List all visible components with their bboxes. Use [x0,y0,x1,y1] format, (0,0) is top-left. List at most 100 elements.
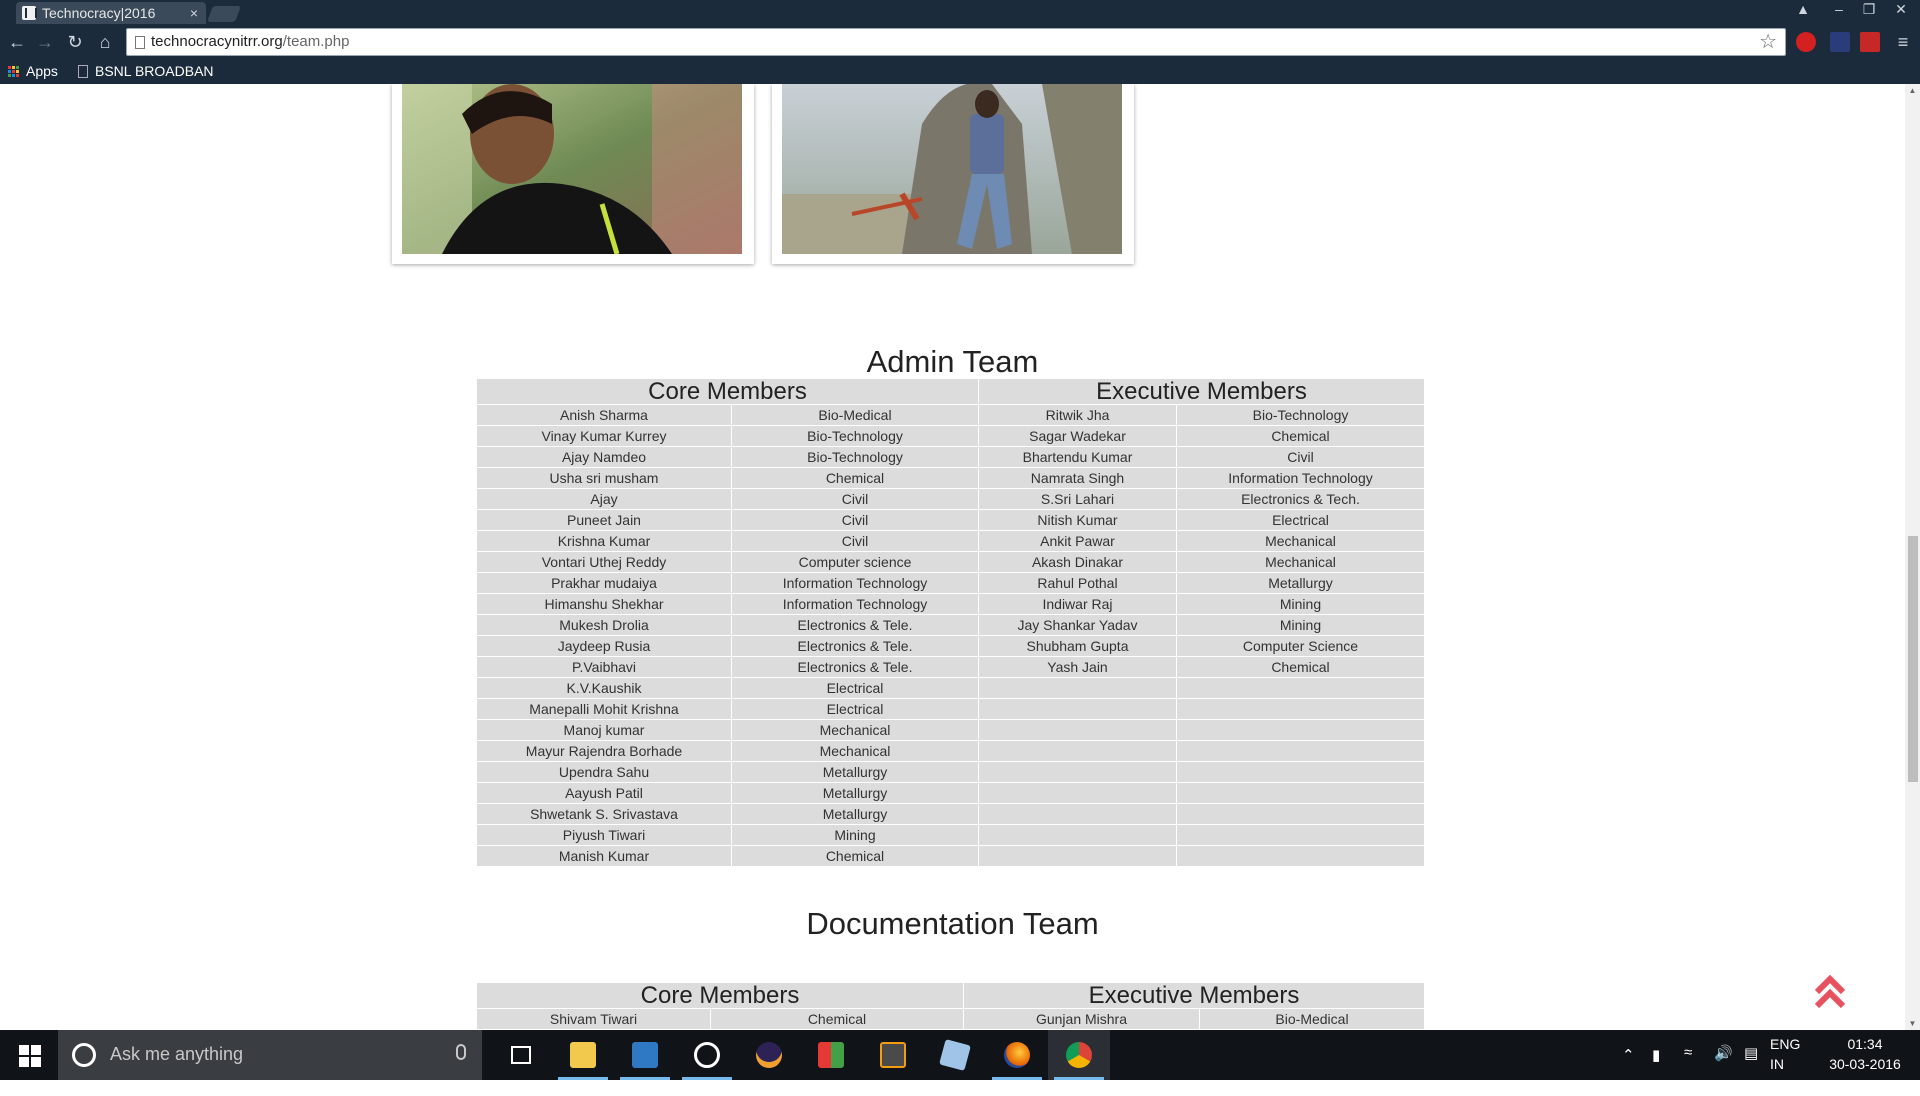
core-members-header: Core Members [476,982,964,1009]
h-extension-icon[interactable] [1830,32,1850,52]
menu-icon[interactable]: ≡ [1890,30,1916,54]
member-branch-cell: Electronics & Tech. [1176,488,1425,510]
member-branch-cell: Mechanical [1176,530,1425,552]
table-row: K.V.Kaushik Electrical [476,677,1425,699]
table-row: Anish Sharma Bio-Medical Ritwik Jha Bio-Tec… [476,404,1425,426]
table-row: Shivam Tiwari Chemical Gunjan Mishra Bio-Me… [476,1008,1425,1030]
member-branch-cell: Mining [1176,593,1425,615]
member-branch-cell [1176,845,1425,867]
cortana-search-box[interactable]: Ask me anything [58,1030,482,1080]
action-center-icon[interactable]: ▤ [1744,1044,1758,1094]
bookmark-star-icon[interactable]: ☆ [1759,30,1777,54]
apps-grid-icon[interactable] [8,66,20,78]
m-extension-icon[interactable] [1860,32,1880,52]
minimize-icon[interactable]: – [1826,0,1852,20]
table-row: Manepalli Mohit Krishna Electrical [476,698,1425,720]
forward-arrow-icon[interactable]: → [32,30,58,54]
member-name-cell: Ritwik Jha [978,404,1177,426]
new-tab-button[interactable] [207,6,241,22]
member-name-cell: Akash Dinakar [978,551,1177,573]
member-branch-cell: Civil [1176,446,1425,468]
eclipse-icon[interactable] [738,1030,800,1080]
table-row: Puneet Jain Civil Nitish Kumar Electrical [476,509,1425,531]
member-name-cell: Vontari Uthej Reddy [476,551,732,573]
scrollbar-thumb[interactable] [1908,536,1918,782]
page-viewport: Admin Team Core Members Executive Member… [0,84,1905,1030]
member-name-cell [978,719,1177,741]
scroll-down-arrow-icon[interactable]: ▼ [1905,1019,1920,1028]
reload-icon[interactable]: ↻ [62,30,88,54]
member-name-cell: Ajay Namdeo [476,446,732,468]
page-scrollbar[interactable]: ▲ ▼ [1905,84,1920,1030]
member-name-cell: Anish Sharma [476,404,732,426]
core-members-header: Core Members [476,378,979,405]
browser-titlebar: Technocracy|2016 × ▲ – ❐ ✕ [0,0,1920,24]
battery-icon[interactable]: ▮ [1652,1046,1660,1096]
member-photo-card [772,84,1134,264]
store-tiles-icon[interactable] [800,1030,862,1080]
member-branch-cell: Chemical [731,845,979,867]
site-favicon-icon [22,6,37,20]
show-hidden-icons-icon[interactable]: ⌃ [1622,1046,1635,1096]
executive-members-header: Executive Members [963,982,1425,1009]
member-name-cell: Krishna Kumar [476,530,732,552]
wifi-icon[interactable]: ≈ [1684,1044,1692,1094]
table-row: Mukesh Drolia Electronics & Tele. Jay Shan… [476,614,1425,636]
member-name-cell: Vinay Kumar Kurrey [476,425,732,447]
opera-extension-icon[interactable] [1796,32,1816,52]
member-name-cell [978,698,1177,720]
firefox-icon[interactable] [986,1030,1048,1080]
member-branch-cell: Bio-Technology [731,425,979,447]
sublime-text-icon[interactable] [862,1030,924,1080]
member-name-cell: Prakhar mudaiya [476,572,732,594]
chrome-icon[interactable] [1048,1030,1110,1080]
system-clock[interactable]: 01:34 30-03-2016 [1820,1034,1910,1074]
member-branch-cell [1176,740,1425,762]
member-name-cell: Manepalli Mohit Krishna [476,698,732,720]
member-branch-cell: Civil [731,509,979,531]
admin-team-table: Core Members Executive Members Anish Sha… [476,378,1425,867]
close-window-icon[interactable]: ✕ [1888,0,1914,20]
restore-icon[interactable]: ❐ [1856,0,1882,20]
volume-icon[interactable]: 🔊 [1714,1044,1733,1094]
member-name-cell: Namrata Singh [978,467,1177,489]
browser-tab[interactable]: Technocracy|2016 × [16,2,206,24]
address-bar[interactable]: technocracynitrr.org/team.php ☆ [126,28,1786,56]
bookmark-bsnl[interactable]: BSNL BROADBAN [95,63,215,79]
member-name-cell: Shubham Gupta [978,635,1177,657]
microphone-icon[interactable] [456,1044,466,1060]
member-name-cell: Shivam Tiwari [476,1008,711,1030]
table-row: P.Vaibhavi Electronics & Tele. Yash Jain Ch… [476,656,1425,678]
table-row: Aayush Patil Metallurgy [476,782,1425,804]
virtualbox-icon[interactable] [924,1030,986,1080]
member-branch-cell: Computer science [731,551,979,573]
scroll-up-arrow-icon[interactable]: ▲ [1905,86,1920,95]
member-branch-cell: Metallurgy [1176,572,1425,594]
windows-start-icon[interactable] [0,1030,58,1080]
home-icon[interactable]: ⌂ [92,30,118,54]
member-name-cell: Jay Shankar Yadav [978,614,1177,636]
bookmark-apps[interactable]: Apps [26,63,58,79]
member-name-cell [978,677,1177,699]
member-name-cell: Ankit Pawar [978,530,1177,552]
member-name-cell: Bhartendu Kumar [978,446,1177,468]
back-arrow-icon[interactable]: ← [4,30,30,54]
member-name-cell: Gunjan Mishra [963,1008,1200,1030]
member-branch-cell: Electronics & Tele. [731,614,979,636]
member-branch-cell: Bio-Medical [1199,1008,1425,1030]
member-branch-cell [1176,719,1425,741]
user-profile-icon[interactable]: ▲ [1790,0,1816,20]
table-row: Prakhar mudaiya Information Technology Rah… [476,572,1425,594]
member-name-cell: Ajay [476,488,732,510]
tab-close-icon[interactable]: × [190,2,198,24]
table-row: Shwetank S. Srivastava Metallurgy [476,803,1425,825]
task-view-icon[interactable] [490,1030,552,1080]
table-row: Ajay Namdeo Bio-Technology Bhartendu Kumar… [476,446,1425,468]
member-branch-cell: Metallurgy [731,782,979,804]
language-indicator[interactable]: ENG IN [1770,1034,1810,1074]
scroll-to-top-icon[interactable] [1813,970,1847,1010]
file-explorer-icon[interactable] [552,1030,614,1080]
outlook-icon[interactable] [614,1030,676,1080]
table-row: Manoj kumar Mechanical [476,719,1425,741]
groove-music-icon[interactable] [676,1030,738,1080]
